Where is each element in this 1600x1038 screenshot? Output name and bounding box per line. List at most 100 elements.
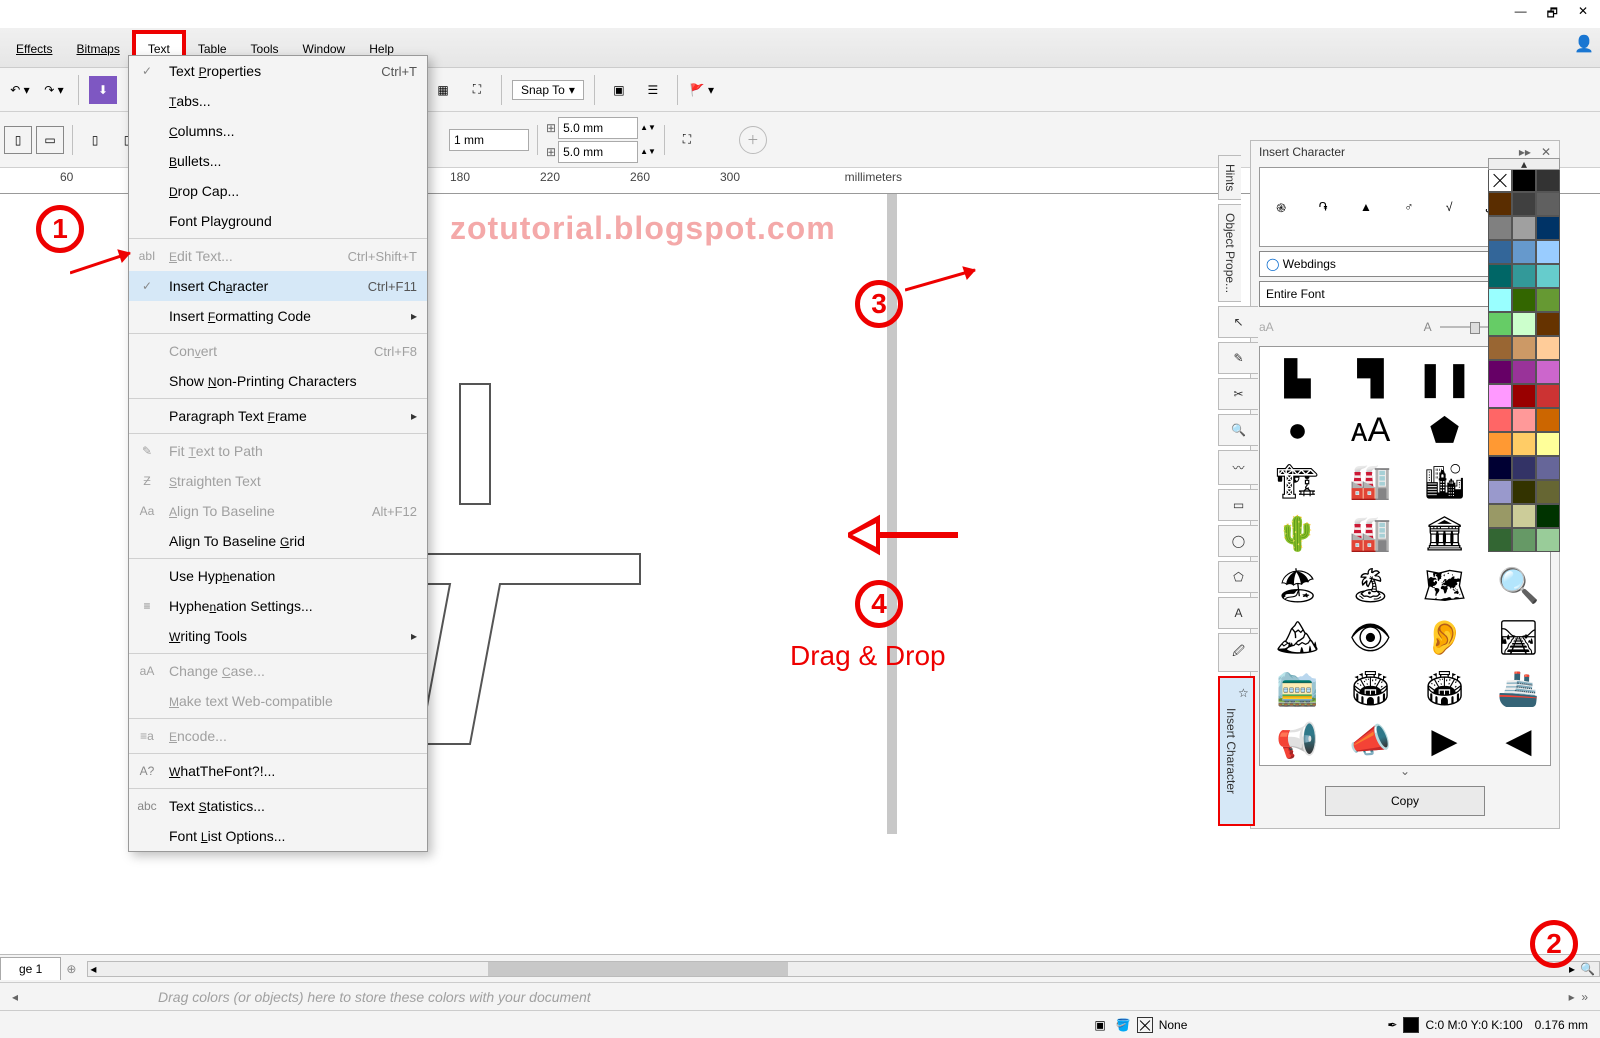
- add-button[interactable]: ＋: [739, 126, 767, 154]
- menu-bitmaps[interactable]: Bitmaps: [64, 34, 131, 62]
- color-swatch[interactable]: [1488, 240, 1512, 264]
- color-swatch[interactable]: [1512, 312, 1536, 336]
- color-swatch[interactable]: [1512, 264, 1536, 288]
- glyph-cell[interactable]: 🏭: [1343, 459, 1398, 507]
- tab-object-properties[interactable]: Object Prope...: [1218, 204, 1241, 302]
- menu-item[interactable]: Tabs...: [129, 86, 427, 116]
- color-swatch[interactable]: [1512, 456, 1536, 480]
- glyph-cell[interactable]: 🏛: [1416, 510, 1473, 558]
- glyph-cell[interactable]: ᴀA: [1343, 407, 1398, 455]
- user-icon[interactable]: 👤: [1574, 34, 1594, 54]
- tab-rect-icon[interactable]: ▭: [1218, 489, 1258, 521]
- color-swatch[interactable]: [1536, 216, 1560, 240]
- menu-item[interactable]: ✓Insert CharacterCtrl+F11: [129, 271, 427, 301]
- color-swatch[interactable]: [1536, 504, 1560, 528]
- color-swatch[interactable]: [1512, 288, 1536, 312]
- redo-button[interactable]: ↷ ▾: [40, 76, 68, 104]
- fullscreen-button[interactable]: ⛶: [463, 76, 491, 104]
- menu-item[interactable]: Drop Cap...: [129, 176, 427, 206]
- color-swatch[interactable]: [1512, 480, 1536, 504]
- menu-item[interactable]: Show Non-Printing Characters: [129, 366, 427, 396]
- glyph-cell[interactable]: ▶: [1416, 717, 1473, 765]
- tab-drop-icon[interactable]: 🖉: [1218, 633, 1258, 672]
- tab-ellipse-icon[interactable]: ◯: [1218, 525, 1258, 557]
- options-button[interactable]: ▣: [605, 76, 633, 104]
- color-swatch[interactable]: [1488, 312, 1512, 336]
- menu-item[interactable]: ✓Text PropertiesCtrl+T: [129, 56, 427, 86]
- color-swatch[interactable]: [1512, 360, 1536, 384]
- color-swatch[interactable]: [1536, 408, 1560, 432]
- color-swatch[interactable]: [1488, 216, 1512, 240]
- close-button[interactable]: ✕: [1572, 2, 1594, 27]
- color-swatch[interactable]: [1536, 384, 1560, 408]
- hscrollbar[interactable]: ◂ ▸ 🔍: [87, 961, 1600, 977]
- tab-poly-icon[interactable]: ⬠: [1218, 561, 1258, 593]
- glyph-cell[interactable]: 👁: [1343, 614, 1398, 662]
- color-swatch[interactable]: [1512, 168, 1536, 192]
- glyph-cell[interactable]: 🏔: [1270, 614, 1325, 662]
- glyph-cell[interactable]: ▙: [1270, 355, 1325, 403]
- menu-item[interactable]: Font List Options...: [129, 821, 427, 851]
- color-swatch[interactable]: [1536, 336, 1560, 360]
- color-swatch[interactable]: [1488, 528, 1512, 552]
- copy-button[interactable]: Copy: [1325, 786, 1485, 816]
- gridy-input[interactable]: [558, 141, 638, 163]
- color-swatch[interactable]: [1512, 240, 1536, 264]
- glyph-cell[interactable]: 🏭: [1343, 510, 1398, 558]
- tab-text-icon[interactable]: A: [1218, 597, 1258, 629]
- align-button[interactable]: ☰: [639, 76, 667, 104]
- color-swatch[interactable]: [1536, 528, 1560, 552]
- tab-pick-icon[interactable]: ↖: [1218, 306, 1258, 338]
- restore-button[interactable]: 🗗: [1541, 2, 1564, 27]
- import-button[interactable]: ⬇: [89, 76, 117, 104]
- color-swatch[interactable]: [1536, 432, 1560, 456]
- glyph-cell[interactable]: 📣: [1343, 717, 1398, 765]
- color-palette[interactable]: [1488, 168, 1560, 552]
- menu-item[interactable]: A?WhatTheFont?!...: [129, 756, 427, 786]
- color-swatch[interactable]: [1512, 216, 1536, 240]
- color-swatch[interactable]: [1488, 360, 1512, 384]
- color-swatch[interactable]: [1512, 528, 1536, 552]
- glyph-cell[interactable]: ⬟: [1416, 407, 1473, 455]
- menu-item[interactable]: Paragraph Text Frame▸: [129, 401, 427, 431]
- glyph-cell[interactable]: 🚢: [1491, 666, 1546, 714]
- menu-item[interactable]: Use Hyphenation: [129, 561, 427, 591]
- tab-crop-icon[interactable]: ✂: [1218, 378, 1258, 410]
- menu-effects[interactable]: Effects: [4, 34, 64, 62]
- glyph-cell[interactable]: 🚞: [1270, 666, 1325, 714]
- menu-item[interactable]: Writing Tools▸: [129, 621, 427, 651]
- landscape-button[interactable]: ▭: [36, 126, 64, 154]
- glyph-cell[interactable]: 🏗: [1270, 459, 1325, 507]
- palette-up[interactable]: ▴: [1488, 158, 1560, 170]
- color-swatch[interactable]: [1488, 456, 1512, 480]
- color-swatch[interactable]: [1536, 456, 1560, 480]
- menu-item[interactable]: Columns...: [129, 116, 427, 146]
- color-swatch[interactable]: [1536, 312, 1560, 336]
- color-swatch[interactable]: [1488, 432, 1512, 456]
- size-input[interactable]: [449, 129, 529, 151]
- gridx-input[interactable]: [558, 117, 638, 139]
- document-palette-bar[interactable]: ◂ Drag colors (or objects) here to store…: [0, 982, 1600, 1010]
- launch-button[interactable]: 🚩 ▾: [688, 76, 716, 104]
- color-swatch[interactable]: [1512, 336, 1536, 360]
- pages-button[interactable]: ▯: [81, 126, 109, 154]
- color-swatch[interactable]: [1488, 384, 1512, 408]
- glyph-cell[interactable]: ▜: [1343, 355, 1398, 403]
- color-swatch[interactable]: [1536, 288, 1560, 312]
- glyph-cell[interactable]: 👂: [1416, 614, 1473, 662]
- tab-zoom-icon[interactable]: 🔍: [1218, 414, 1258, 446]
- minimize-button[interactable]: —: [1509, 2, 1533, 27]
- glyph-cell[interactable]: 🛤: [1491, 614, 1546, 662]
- menu-item[interactable]: Font Playground: [129, 206, 427, 236]
- color-swatch[interactable]: [1536, 240, 1560, 264]
- glyph-cell[interactable]: 🏖: [1270, 562, 1325, 610]
- glyph-cell[interactable]: 🏟: [1343, 666, 1398, 714]
- menu-item[interactable]: abcText Statistics...: [129, 791, 427, 821]
- color-swatch[interactable]: [1488, 336, 1512, 360]
- tab-curve-icon[interactable]: 〰: [1218, 450, 1258, 485]
- color-swatch[interactable]: [1536, 264, 1560, 288]
- portrait-button[interactable]: ▯: [4, 126, 32, 154]
- tab-page1[interactable]: ge 1: [0, 957, 61, 980]
- color-swatch[interactable]: [1512, 504, 1536, 528]
- snapto-dropdown[interactable]: Snap To ▾: [512, 80, 584, 100]
